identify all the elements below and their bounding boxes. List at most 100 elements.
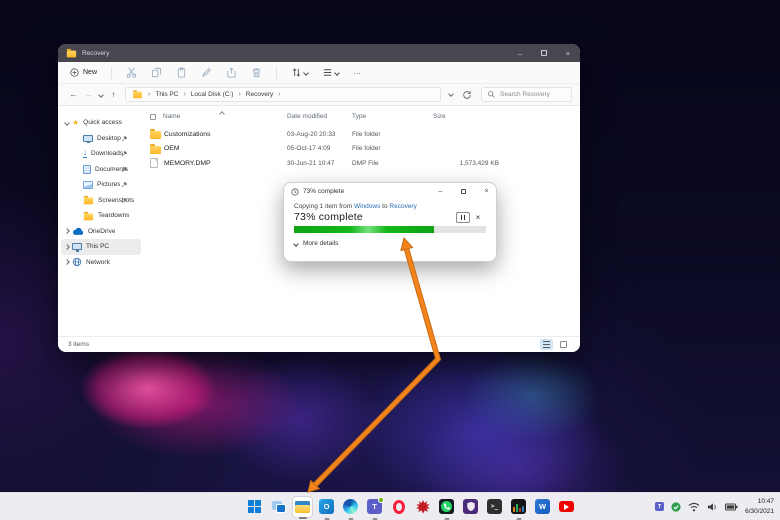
running-indicator xyxy=(324,517,329,520)
breadcrumb-recovery[interactable]: Recovery xyxy=(246,91,273,98)
sidebar-item-downloads[interactable]: ↓ Downloads xyxy=(61,146,141,162)
battery-icon[interactable] xyxy=(725,503,738,511)
paste-icon[interactable] xyxy=(176,67,187,78)
pin-icon xyxy=(121,181,128,190)
opera-icon xyxy=(392,499,405,514)
sidebar-item-documents[interactable]: Documents xyxy=(61,162,141,178)
column-header-size[interactable]: Size xyxy=(433,113,446,120)
windows-logo-icon xyxy=(248,500,261,513)
explorer-titlebar[interactable]: Recovery – × xyxy=(58,44,580,62)
copy-icon[interactable] xyxy=(151,67,162,78)
source-link[interactable]: Windows xyxy=(354,203,380,210)
chevron-down-icon xyxy=(303,69,309,76)
more-details-toggle[interactable]: More details xyxy=(293,240,486,247)
taskbar-benchmark[interactable] xyxy=(508,496,529,520)
wifi-icon[interactable] xyxy=(688,502,700,512)
cut-icon[interactable] xyxy=(126,67,137,78)
clock-icon xyxy=(291,188,299,196)
taskbar-security-app[interactable] xyxy=(460,496,481,518)
share-icon[interactable] xyxy=(226,67,237,78)
dialog-minimize-button[interactable]: – xyxy=(431,183,450,200)
forward-button[interactable]: → xyxy=(81,90,96,99)
taskbar-red-app[interactable] xyxy=(412,496,433,518)
file-row-memory-dmp[interactable]: MEMORY.DMP 30-Jun-21 10:47 DMP File 1,57… xyxy=(144,156,572,171)
maximize-button[interactable] xyxy=(532,44,556,62)
download-icon: ↓ xyxy=(83,148,87,159)
desktop-icon xyxy=(83,134,93,144)
task-view-button[interactable] xyxy=(268,496,289,518)
new-button[interactable]: New xyxy=(70,68,97,77)
sidebar-item-onedrive[interactable]: OneDrive xyxy=(61,224,141,240)
word-icon: W xyxy=(535,499,550,514)
column-header-name[interactable]: Name xyxy=(163,113,180,120)
back-button[interactable]: ← xyxy=(66,90,81,99)
crumb-separator: › xyxy=(238,91,241,98)
sidebar-item-network[interactable]: Network xyxy=(61,255,141,271)
folder-icon xyxy=(66,48,77,58)
teams-icon: T xyxy=(367,497,384,514)
outlook-icon: O xyxy=(319,499,334,514)
new-plus-icon xyxy=(70,68,79,77)
folder-icon xyxy=(133,89,142,98)
taskbar-terminal[interactable]: >_ xyxy=(484,496,505,518)
recent-locations-button[interactable] xyxy=(96,90,106,99)
search-box[interactable] xyxy=(481,87,572,102)
taskbar-file-explorer[interactable] xyxy=(292,495,313,519)
dialog-titlebar[interactable]: 73% complete – × xyxy=(284,183,496,200)
dialog-maximize-button[interactable] xyxy=(454,183,473,200)
file-row-oem[interactable]: OEM 05-Oct-17 4:09 File folder xyxy=(144,142,572,157)
breadcrumb-local-disk[interactable]: Local Disk (C:) xyxy=(191,91,234,98)
taskbar-opera[interactable] xyxy=(388,496,409,518)
more-options-icon[interactable]: … xyxy=(353,67,362,76)
pause-icon xyxy=(460,214,463,220)
sidebar-item-teardowns[interactable]: Teardowns xyxy=(61,208,141,224)
address-bar-row: ← → ↑ › This PC › Local Disk (C:) › Reco… xyxy=(58,84,580,106)
crumb-separator: › xyxy=(183,91,186,98)
details-view-icon xyxy=(543,341,550,348)
file-row-customizations[interactable]: Customizations 03-Aug-20 20:33 File fold… xyxy=(144,127,572,142)
file-explorer-icon xyxy=(295,500,310,513)
taskbar-outlook[interactable]: O xyxy=(316,496,337,520)
column-header-date[interactable]: Date modified xyxy=(287,113,327,120)
view-button[interactable] xyxy=(322,67,340,78)
teams-tray-icon[interactable]: T xyxy=(655,502,665,511)
volume-icon[interactable] xyxy=(707,502,718,512)
sidebar-item-screenshots[interactable]: Screenshots xyxy=(61,193,141,209)
close-button[interactable]: × xyxy=(556,44,580,62)
taskbar-teams[interactable]: T xyxy=(364,496,385,520)
address-bar[interactable]: › This PC › Local Disk (C:) › Recovery › xyxy=(125,87,441,102)
sort-button[interactable] xyxy=(291,67,309,78)
dialog-close-button[interactable]: × xyxy=(477,183,496,200)
search-input[interactable] xyxy=(500,91,566,98)
sidebar-item-desktop[interactable]: Desktop xyxy=(61,131,141,147)
taskbar-word[interactable]: W xyxy=(532,496,553,518)
details-view-button[interactable] xyxy=(540,339,553,350)
taskbar-youtube[interactable] xyxy=(556,496,577,518)
address-dropdown-button[interactable] xyxy=(448,91,454,98)
taskbar-whatsapp[interactable] xyxy=(436,496,457,520)
sidebar-item-pictures[interactable]: Pictures xyxy=(61,177,141,193)
crumb-separator: › xyxy=(278,91,281,98)
sidebar-item-this-pc[interactable]: This PC xyxy=(61,239,141,255)
cancel-copy-button[interactable]: × xyxy=(470,213,486,222)
sidebar-item-quick-access[interactable]: ★ Quick access xyxy=(61,115,141,131)
start-button[interactable] xyxy=(244,496,265,518)
pin-icon xyxy=(121,150,128,159)
maximize-icon xyxy=(460,188,467,195)
security-check-icon[interactable] xyxy=(671,502,681,512)
up-button[interactable]: ↑ xyxy=(106,90,121,99)
minimize-button[interactable]: – xyxy=(508,44,532,62)
rename-icon[interactable] xyxy=(201,67,212,78)
running-indicator xyxy=(298,516,307,519)
item-count: 3 items xyxy=(68,341,89,348)
refresh-button[interactable] xyxy=(462,90,472,100)
column-header-type[interactable]: Type xyxy=(352,113,366,120)
large-icons-view-button[interactable] xyxy=(557,339,570,350)
breadcrumb-this-pc[interactable]: This PC xyxy=(155,91,178,98)
delete-icon[interactable] xyxy=(251,67,262,78)
destination-link[interactable]: Recovery xyxy=(389,203,416,210)
pause-button[interactable] xyxy=(456,211,470,223)
taskbar-edge[interactable] xyxy=(340,496,361,520)
select-all-checkbox[interactable] xyxy=(150,114,156,120)
clock[interactable]: 10:47 6/30/2021 xyxy=(745,497,774,515)
